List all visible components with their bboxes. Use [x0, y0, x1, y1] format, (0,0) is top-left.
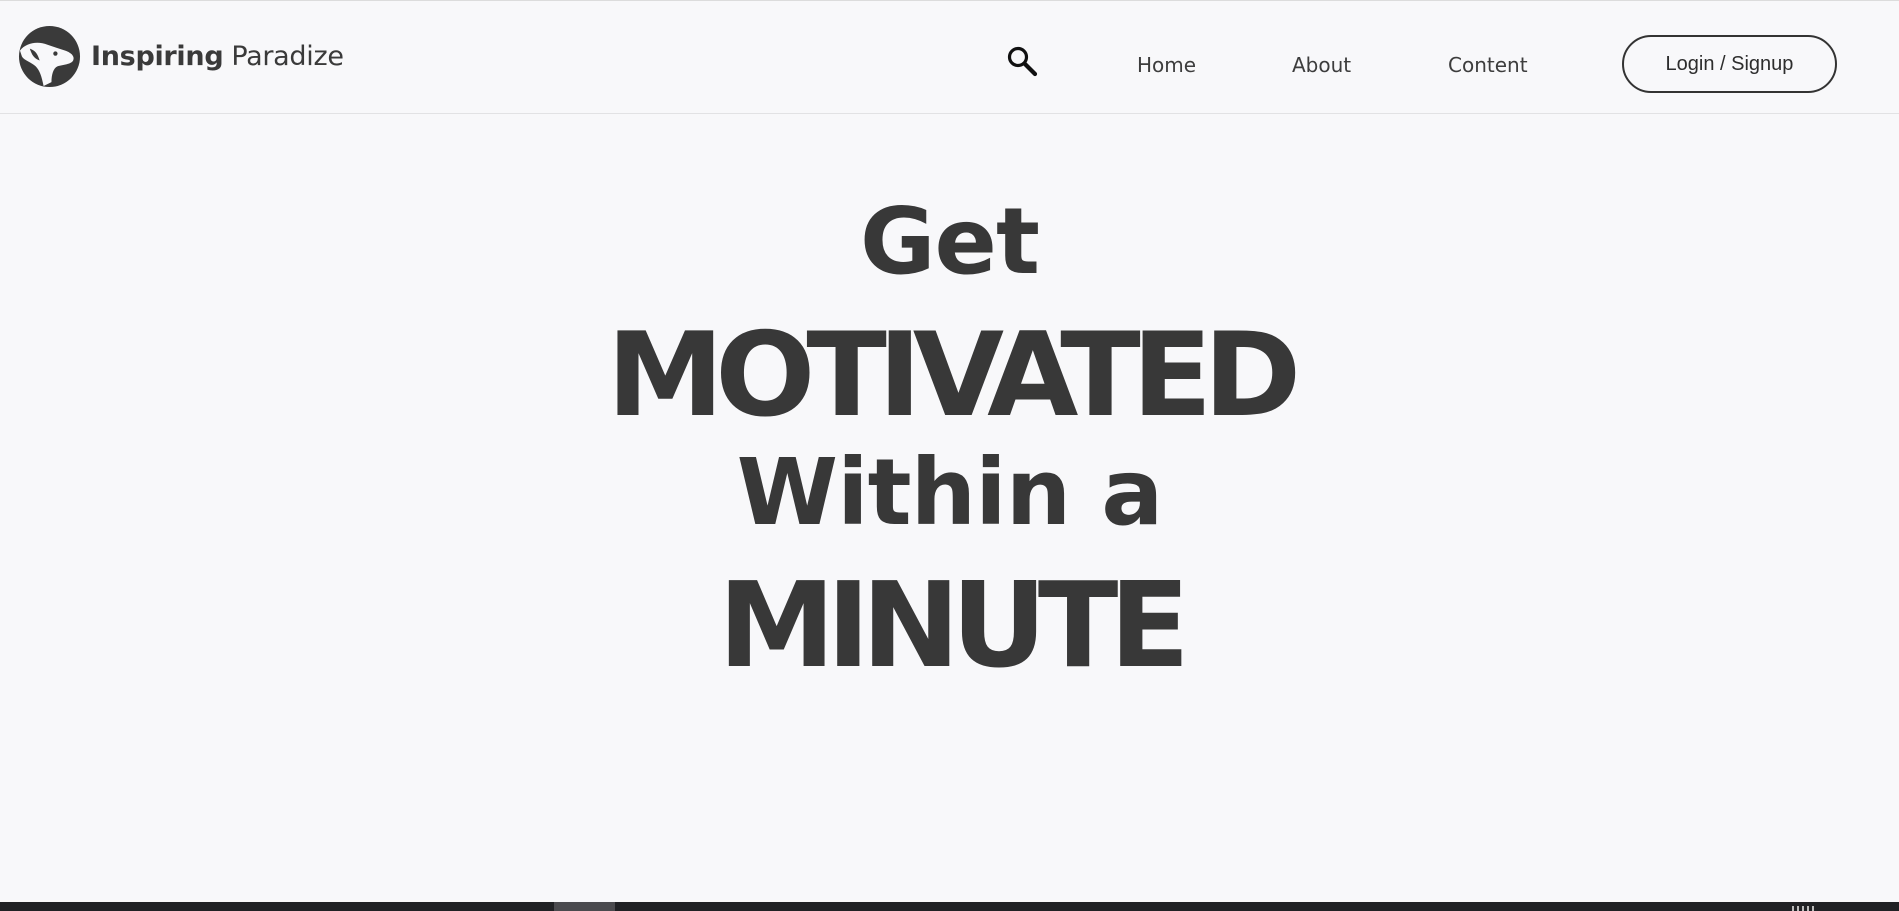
taskbar-tray-icon[interactable] [1792, 906, 1816, 911]
taskbar-active-tab[interactable] [554, 902, 615, 911]
page: Inspiring Paradize Home About Content Log… [0, 0, 1899, 911]
site-header: Inspiring Paradize Home About Content Log… [0, 1, 1899, 114]
brand-name: Inspiring Paradize [91, 41, 344, 72]
taskbar [0, 902, 1899, 911]
hero-line-get: Get [860, 188, 1040, 295]
hero-line-motivated: MOTIVATED [606, 307, 1302, 443]
hero-line-minute: MINUTE [718, 556, 1190, 694]
nav-link-content[interactable]: Content [1448, 53, 1528, 77]
login-signup-button[interactable]: Login / Signup [1622, 35, 1837, 93]
brand-name-light: Paradize [231, 41, 344, 72]
site-logo[interactable]: Inspiring Paradize [18, 25, 344, 88]
nav-link-about[interactable]: About [1292, 53, 1351, 77]
brand-name-bold: Inspiring [91, 41, 224, 72]
search-icon[interactable] [1006, 45, 1040, 79]
hero-line-within: Within a [736, 439, 1164, 546]
nav-link-home[interactable]: Home [1137, 53, 1196, 77]
dog-head-logo-icon [18, 25, 81, 88]
